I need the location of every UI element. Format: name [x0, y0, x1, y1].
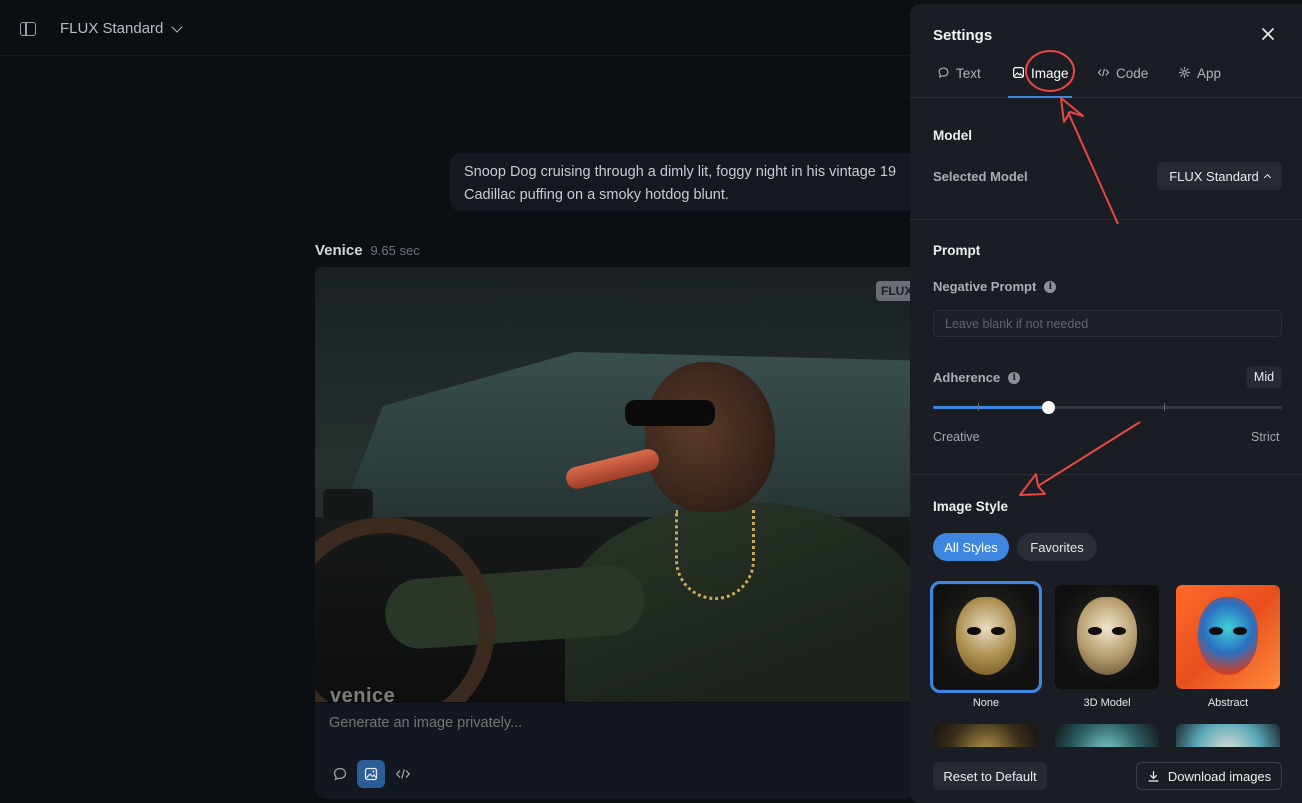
image-chain: [675, 510, 755, 600]
image-icon: [364, 767, 378, 781]
style-card-abstract[interactable]: Abstract: [1173, 585, 1283, 709]
adherence-label-text: Adherence: [933, 370, 1001, 385]
style-thumbnail: [1055, 585, 1159, 689]
adherence-label: Adherence i: [933, 370, 1021, 385]
style-card-3d-model[interactable]: 3D Model: [1052, 585, 1162, 709]
model-select[interactable]: FLUX Standard: [1157, 162, 1282, 190]
selected-model-label: Selected Model: [933, 169, 1028, 184]
image-mirror: [323, 489, 373, 519]
download-images-button[interactable]: Download images: [1136, 762, 1282, 790]
model-section-title: Model: [933, 128, 972, 143]
chat-bubble-icon: [333, 767, 347, 781]
info-icon[interactable]: i: [1008, 371, 1021, 384]
style-card-none[interactable]: None: [930, 581, 1042, 709]
image-person: [382, 362, 915, 702]
code-icon: [1097, 68, 1110, 77]
slider-tick: [1164, 403, 1165, 411]
image-sunglasses: [625, 400, 715, 426]
negative-prompt-label-text: Negative Prompt: [933, 279, 1037, 294]
model-picker-label: FLUX Standard: [60, 20, 164, 37]
chevron-down-icon: [171, 20, 184, 33]
negative-prompt-input[interactable]: [933, 310, 1282, 337]
style-name: 3D Model: [1083, 697, 1131, 709]
mask-icon: [1077, 597, 1137, 675]
filter-all-styles[interactable]: All Styles: [933, 533, 1009, 561]
bot-header: Venice 9.65 sec: [315, 242, 420, 259]
selected-model-label-text: Selected Model: [933, 169, 1028, 184]
code-icon: [395, 769, 411, 779]
tab-image[interactable]: Image: [1008, 66, 1072, 98]
close-icon[interactable]: [1260, 26, 1276, 42]
prompt-input[interactable]: [329, 715, 889, 731]
style-name: None: [972, 697, 1000, 709]
settings-footer: Reset to Default Download images: [910, 747, 1302, 803]
model-picker[interactable]: FLUX Standard: [60, 20, 184, 37]
gear-icon: [1178, 66, 1191, 79]
adherence-value-badge: Mid: [1246, 366, 1282, 388]
divider: [910, 474, 1302, 475]
bot-name: Venice: [315, 242, 363, 259]
style-thumbnail: [1176, 585, 1280, 689]
settings-tabs: Text Image Code App: [910, 56, 1302, 98]
tab-image-label: Image: [1031, 66, 1069, 81]
download-images-label: Download images: [1167, 768, 1272, 784]
tab-text[interactable]: Text: [937, 66, 981, 98]
style-thumbnail: [930, 581, 1042, 693]
chevron-up-icon: [1263, 173, 1271, 182]
code-mode-button[interactable]: [389, 760, 417, 788]
reset-to-default-button[interactable]: Reset to Default: [933, 762, 1047, 790]
top-bar: FLUX Standard: [0, 0, 912, 56]
adherence-slider-handle[interactable]: [1042, 401, 1056, 414]
mask-icon: [1198, 597, 1258, 675]
image-head: [645, 362, 775, 512]
info-icon[interactable]: i: [1044, 280, 1057, 293]
settings-panel: Settings Text Image Code App Model Selec…: [910, 4, 1302, 803]
download-icon: [1148, 770, 1159, 782]
adherence-slider[interactable]: [933, 401, 1282, 414]
filter-favorites[interactable]: Favorites: [1017, 533, 1097, 561]
slider-max-label: Strict: [1251, 430, 1280, 444]
mask-icon: [956, 597, 1016, 675]
image-hotdog: [563, 446, 662, 492]
text-mode-button[interactable]: [326, 760, 354, 788]
style-name: Abstract: [1207, 697, 1249, 709]
divider: [910, 219, 1302, 220]
slider-tick: [978, 403, 979, 411]
chat-bubble-icon: [938, 67, 949, 78]
composer: [315, 703, 915, 799]
tab-code-label: Code: [1116, 66, 1149, 81]
tab-app-label: App: [1197, 66, 1222, 81]
model-select-value: FLUX Standard: [1169, 168, 1259, 184]
response-time: 9.65 sec: [370, 243, 420, 258]
adherence-slider-fill: [933, 406, 1049, 409]
image-mode-button[interactable]: [357, 760, 385, 788]
image-style-section-title: Image Style: [933, 499, 1009, 514]
image-watermark: venice: [330, 685, 396, 702]
negative-prompt-label: Negative Prompt i: [933, 279, 1057, 294]
tab-code[interactable]: Code: [1097, 66, 1148, 98]
prompt-section-title: Prompt: [933, 243, 981, 258]
generated-image[interactable]: venice: [315, 267, 915, 702]
image-icon: [1013, 67, 1024, 78]
settings-title: Settings: [933, 27, 993, 44]
sidebar-toggle-icon[interactable]: [20, 22, 36, 36]
slider-min-label: Creative: [933, 430, 980, 444]
tab-app[interactable]: App: [1178, 66, 1221, 98]
tab-text-label: Text: [956, 66, 981, 81]
user-message: Snoop Dog cruising through a dimly lit, …: [450, 153, 930, 211]
